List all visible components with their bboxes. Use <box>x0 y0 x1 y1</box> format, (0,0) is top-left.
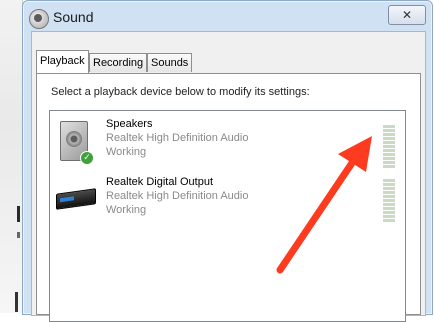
tab-sounds[interactable]: Sounds <box>147 53 193 72</box>
sound-dialog: Sound ✕ Playback Recording Sounds Select… <box>22 0 433 322</box>
meter-segment <box>383 203 395 206</box>
speaker-icon: ✓ <box>56 121 96 165</box>
background-window-strip <box>0 0 23 313</box>
meter-segment <box>383 125 395 128</box>
speaker-cone <box>66 131 82 147</box>
instruction-text: Select a playback device below to modify… <box>51 86 310 98</box>
meter-segment <box>383 145 395 148</box>
meter-segment <box>383 129 395 132</box>
meter-segment <box>383 187 395 190</box>
meter-segment <box>383 149 395 152</box>
device-item-speakers[interactable]: ✓ Speakers Realtek High Definition Audio… <box>50 117 405 171</box>
device-status: Working <box>106 204 147 216</box>
digital-output-icon <box>56 179 96 223</box>
meter-segment <box>383 207 395 210</box>
meter-segment <box>383 191 395 194</box>
meter-segment <box>383 133 395 136</box>
default-device-check-icon: ✓ <box>80 151 94 165</box>
window-title: Sound <box>53 9 94 25</box>
meter-segment <box>383 165 395 168</box>
meter-segment <box>383 215 395 218</box>
meter-segment <box>383 183 395 186</box>
sound-icon <box>29 9 49 29</box>
background-mark <box>17 206 20 222</box>
meter-segment <box>383 153 395 156</box>
meter-segment <box>383 137 395 140</box>
meter-segment <box>383 179 395 182</box>
device-name: Speakers <box>106 118 153 130</box>
tab-playback[interactable]: Playback <box>36 50 89 73</box>
meter-segment <box>383 161 395 164</box>
digital-output-body <box>56 188 96 210</box>
meter-segment <box>383 141 395 144</box>
device-status: Working <box>106 146 147 158</box>
device-list[interactable]: ✓ Speakers Realtek High Definition Audio… <box>49 110 406 322</box>
digital-output-level-meter <box>383 179 395 222</box>
device-description: Realtek High Definition Audio <box>106 190 249 202</box>
meter-segment <box>383 211 395 214</box>
device-description: Realtek High Definition Audio <box>106 132 249 144</box>
speakers-level-meter <box>383 125 395 168</box>
background-mark <box>17 232 20 238</box>
device-item-digital-output[interactable]: Realtek Digital Output Realtek High Defi… <box>50 175 405 229</box>
meter-segment <box>383 195 395 198</box>
tab-recording[interactable]: Recording <box>89 53 148 72</box>
close-button[interactable]: ✕ <box>388 5 426 25</box>
dialog-content: Playback Recording Sounds Select a playb… <box>31 31 426 322</box>
device-name: Realtek Digital Output <box>106 176 213 188</box>
background-mark <box>15 292 18 312</box>
meter-segment <box>383 199 395 202</box>
playback-panel: Select a playback device below to modify… <box>36 73 421 322</box>
meter-segment <box>383 157 395 160</box>
meter-segment <box>383 219 395 222</box>
